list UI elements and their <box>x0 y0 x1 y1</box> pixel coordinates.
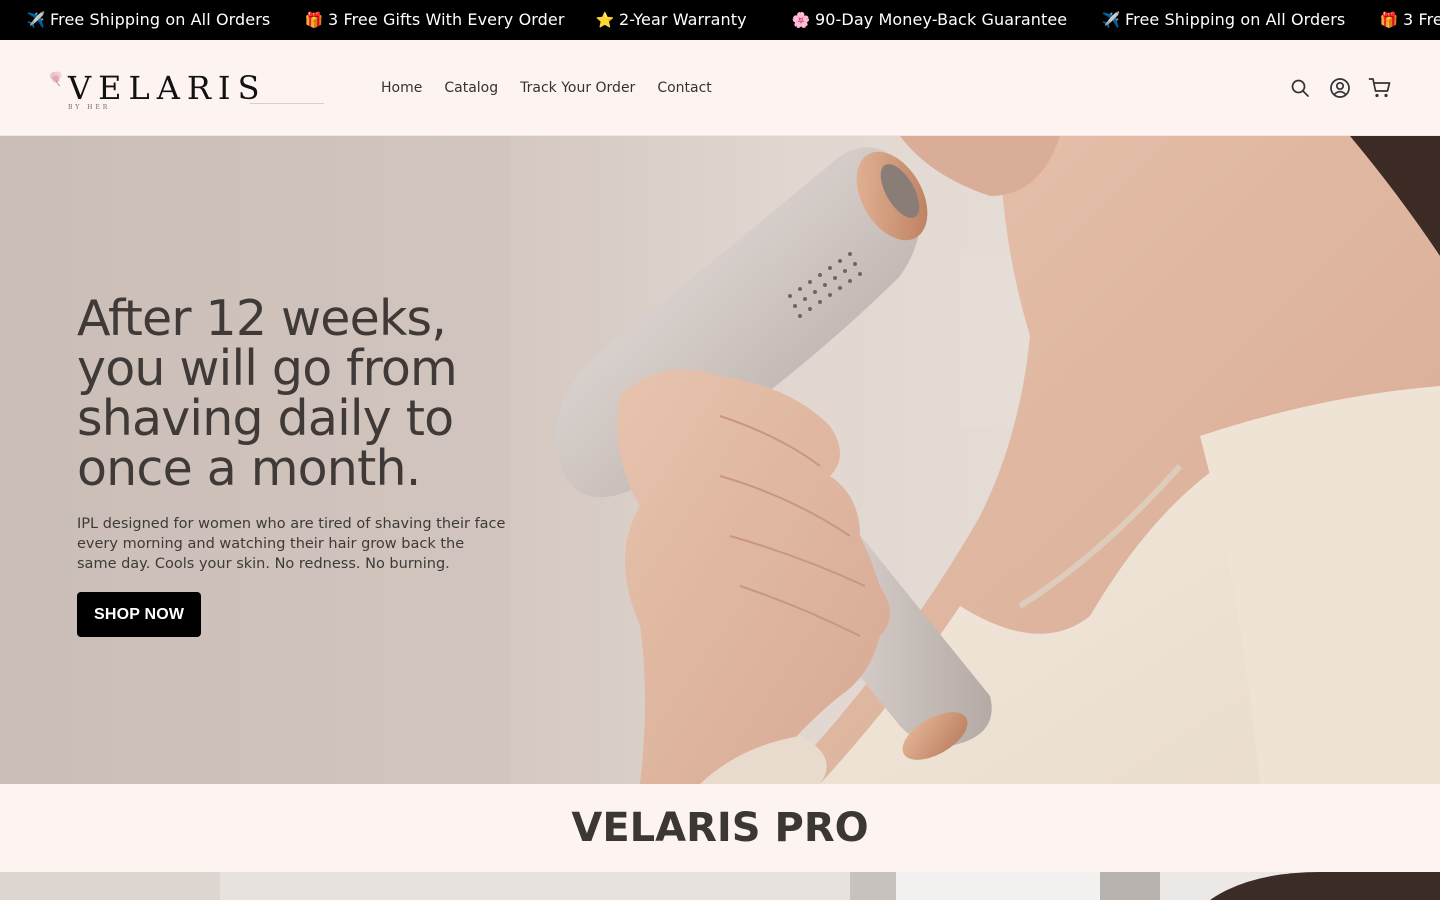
nav-home[interactable]: Home <box>380 76 423 100</box>
announcement-text: 3 Free Gifts With Every Order <box>1403 10 1440 29</box>
logo-subtext: BY HER <box>68 104 111 111</box>
announcement-text: 3 Free Gifts With Every Order <box>328 10 565 29</box>
hero-description: IPL designed for women who are tired of … <box>77 516 506 572</box>
main-nav: Home Catalog Track Your Order Contact <box>370 40 723 136</box>
announcement-item: 🎁3 Free Gifts With Every Order <box>304 0 565 40</box>
hero-title: After 12 weeks, you will go from shaving… <box>77 290 458 497</box>
product-title: VELARIS PRO <box>571 805 869 851</box>
nav-track-order[interactable]: Track Your Order <box>519 76 636 100</box>
search-button[interactable] <box>1280 68 1320 108</box>
star-icon: ⭐ <box>595 11 615 29</box>
logo-underline <box>250 103 324 104</box>
nav-contact[interactable]: Contact <box>656 76 712 100</box>
header-icons <box>1280 40 1400 136</box>
account-button[interactable] <box>1320 68 1360 108</box>
announcement-item: ✈️ Free Shipping on All Orders <box>26 0 271 40</box>
cart-icon <box>1368 78 1391 98</box>
hero-content: After 12 weeks, you will go from shaving… <box>77 294 517 637</box>
hero-banner: After 12 weeks, you will go from shaving… <box>0 136 1440 784</box>
announcement-item: 🌸 90-Day Money-Back Guarantee <box>791 0 1068 40</box>
product-image <box>0 872 1440 900</box>
shop-now-button[interactable]: SHOP NOW <box>77 592 202 637</box>
flower-logo-icon <box>50 71 62 87</box>
product-section: VELARIS PRO <box>0 784 1440 872</box>
flower-icon: 🌸 <box>791 11 811 29</box>
announcement-item: ✈️ Free Shipping on All Orders <box>1101 0 1346 40</box>
search-icon <box>1291 79 1309 97</box>
logo-text: VELARIS <box>68 69 267 107</box>
announcement-text: 90-Day Money-Back Guarantee <box>815 10 1068 29</box>
airplane-icon: ✈️ <box>26 11 46 29</box>
announcement-bar: ✈️ Free Shipping on All Orders 🎁 3 Free Gi… <box>0 0 1440 40</box>
gift-icon: 🎁 <box>1379 11 1399 29</box>
announcement-text: 2-Year Warranty <box>619 10 747 29</box>
logo[interactable]: VELARIS BY HER <box>48 68 328 116</box>
product-image-strip <box>0 872 1440 900</box>
site-header: VELARIS BY HER Home Catalog Track Your O… <box>0 40 1440 136</box>
gift-icon: 🎁 <box>304 11 324 29</box>
airplane-icon: ✈️ <box>1101 11 1121 29</box>
announcement-text: Free Shipping on All Orders <box>1125 10 1346 29</box>
nav-catalog[interactable]: Catalog <box>443 76 499 100</box>
account-icon <box>1330 78 1350 98</box>
announcement-item: 🎁3 Free Gifts With Every Order <box>1379 0 1440 40</box>
announcement-text: Free Shipping on All Orders <box>50 10 271 29</box>
announcement-item: ⭐ 2-Year Warranty <box>595 0 747 40</box>
cart-button[interactable] <box>1360 68 1400 108</box>
